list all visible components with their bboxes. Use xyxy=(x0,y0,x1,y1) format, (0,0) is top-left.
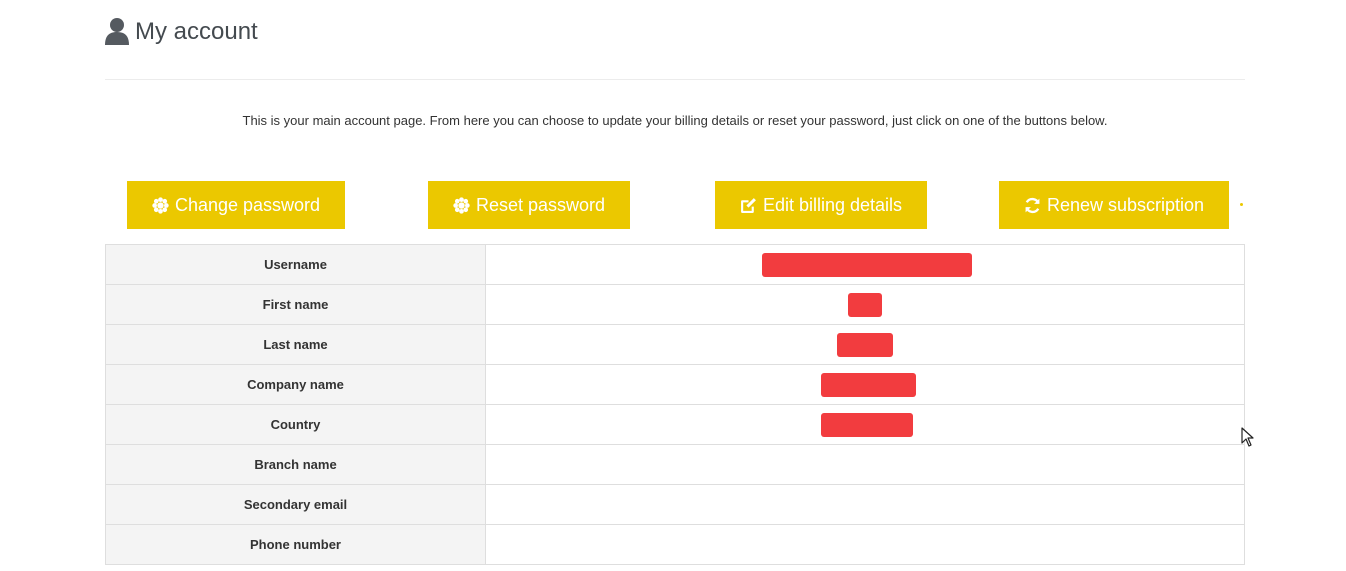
redacted-value xyxy=(848,292,882,317)
reset-password-button[interactable]: Reset password xyxy=(428,181,630,229)
edit-billing-details-button[interactable]: Edit billing details xyxy=(715,181,927,229)
edit-billing-details-label: Edit billing details xyxy=(762,194,903,215)
redacted-value xyxy=(821,412,913,437)
edit-icon xyxy=(741,197,756,213)
redacted-value xyxy=(837,332,893,357)
renew-subscription-label: Renew subscription xyxy=(1046,194,1205,215)
row-value-first-name xyxy=(485,284,1245,325)
row-label-username: Username xyxy=(105,244,486,285)
asterisk-icon xyxy=(152,196,169,214)
reset-password-label: Reset password xyxy=(475,194,606,215)
account-details-table: Username First name Last name Company na… xyxy=(105,244,1245,565)
overflow-indicator xyxy=(1240,203,1243,206)
row-value-branch-name xyxy=(485,444,1245,485)
table-row: Country xyxy=(105,404,1245,445)
row-value-company-name xyxy=(485,364,1245,405)
header-divider xyxy=(105,79,1245,80)
table-row: Branch name xyxy=(105,444,1245,485)
table-row: Company name xyxy=(105,364,1245,405)
row-value-last-name xyxy=(485,324,1245,365)
table-row: Last name xyxy=(105,324,1245,365)
row-label-first-name: First name xyxy=(105,284,486,325)
page-title: My account xyxy=(135,18,258,45)
table-row: Phone number xyxy=(105,524,1245,565)
row-label-last-name: Last name xyxy=(105,324,486,365)
table-row: Username xyxy=(105,244,1245,285)
table-row: Secondary email xyxy=(105,484,1245,525)
page-header: My account xyxy=(105,16,258,46)
row-value-secondary-email xyxy=(485,484,1245,525)
row-value-phone-number xyxy=(485,524,1245,565)
renew-subscription-button[interactable]: Renew subscription xyxy=(999,181,1229,229)
row-label-phone-number: Phone number xyxy=(105,524,486,565)
row-label-secondary-email: Secondary email xyxy=(105,484,486,525)
change-password-button[interactable]: Change password xyxy=(127,181,345,229)
redacted-value xyxy=(762,252,972,277)
intro-text: This is your main account page. From her… xyxy=(242,113,1108,128)
user-icon xyxy=(105,18,129,45)
row-label-company-name: Company name xyxy=(105,364,486,405)
asterisk-icon xyxy=(453,196,470,214)
refresh-icon xyxy=(1025,197,1040,213)
redacted-value xyxy=(821,372,916,397)
mouse-cursor-icon xyxy=(1241,427,1254,447)
row-value-country xyxy=(485,404,1245,445)
row-label-country: Country xyxy=(105,404,486,445)
change-password-label: Change password xyxy=(174,194,321,215)
row-value-username xyxy=(485,244,1245,285)
table-row: First name xyxy=(105,284,1245,325)
row-label-branch-name: Branch name xyxy=(105,444,486,485)
